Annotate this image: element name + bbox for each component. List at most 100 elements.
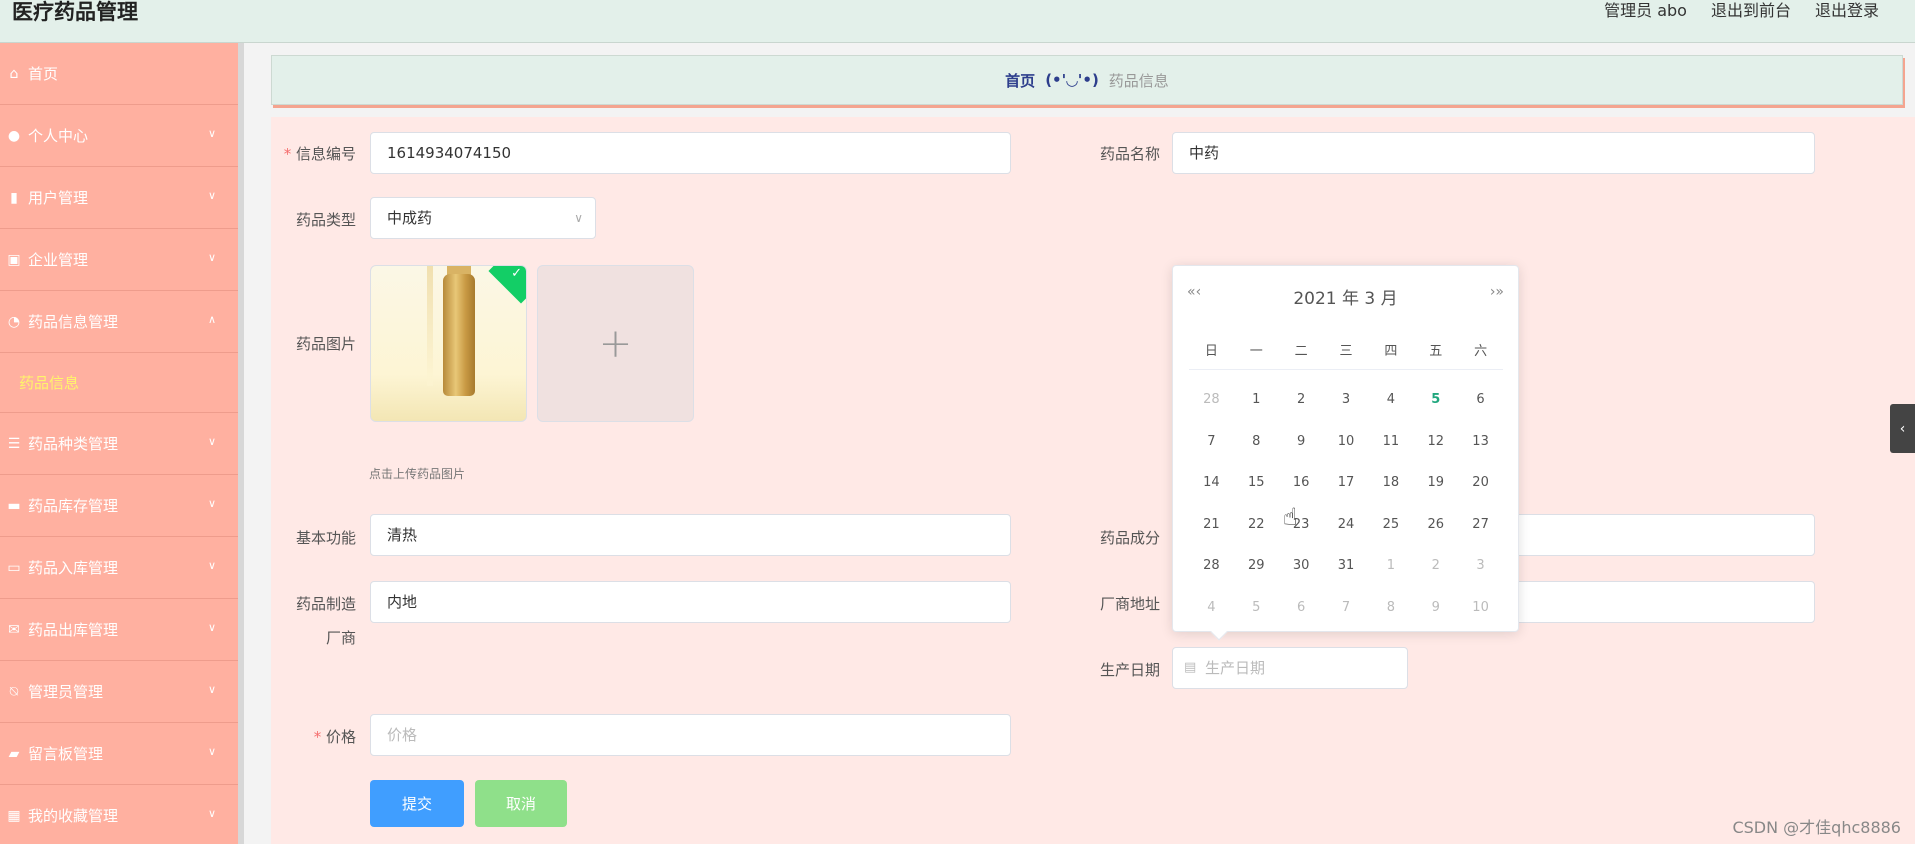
calendar-day[interactable]: 17 <box>1324 462 1369 504</box>
calendar-day[interactable]: 2 <box>1279 379 1324 421</box>
sidebar-item-user-management[interactable]: ▮ 用户管理 ∨ <box>0 167 238 229</box>
info-no-input[interactable]: 1614934074150 <box>370 132 1011 174</box>
calendar-day[interactable]: 9 <box>1279 421 1324 463</box>
message-icon: ▭ <box>7 559 21 576</box>
calendar-day[interactable]: 31 <box>1324 545 1369 587</box>
collapse-panel-button[interactable]: ‹ <box>1890 404 1915 453</box>
calendar-day[interactable]: 6 <box>1458 379 1503 421</box>
weekday-label: 日 <box>1204 344 1218 359</box>
sidebar-item-drug-category[interactable]: ☰ 药品种类管理 ∨ <box>0 413 238 475</box>
sidebar-item-admin-management[interactable]: ⍉ 管理员管理 ∨ <box>0 661 238 723</box>
calendar-day[interactable]: 15 <box>1234 462 1279 504</box>
logout-link[interactable]: 退出登录 <box>1815 0 1879 22</box>
calendar-day[interactable]: 1 <box>1368 545 1413 587</box>
calendar-day-grid: 28 1 2 3 4 5 6 7 8 9 10 11 12 13 14 15 16 17 18 19 20 21 22 23 2… <box>1189 379 1503 628</box>
calendar-day[interactable]: 9 <box>1413 587 1458 629</box>
sidebar-item-drug-inbound[interactable]: ▭ 药品入库管理 ∨ <box>0 537 238 599</box>
sidebar-item-label: 药品库存管理 <box>28 497 119 515</box>
calendar-day[interactable]: 24 <box>1324 504 1369 546</box>
sidebar-item-drug-outbound[interactable]: ✉ 药品出库管理 ∨ <box>0 599 238 661</box>
calendar-day[interactable]: 8 <box>1234 421 1279 463</box>
price-input[interactable]: 价格 <box>370 714 1011 756</box>
calendar-day[interactable]: 21 <box>1189 504 1234 546</box>
admin-label: 管理员 abo <box>1604 1 1687 20</box>
top-header: 医疗药品管理 管理员 abo 退出到前台 退出登录 <box>0 0 1915 43</box>
calendar-day[interactable]: 7 <box>1324 587 1369 629</box>
calendar-day[interactable]: 5 <box>1413 379 1458 421</box>
hand-cursor-icon: ☝ <box>1283 503 1298 531</box>
sidebar-item-message-board[interactable]: ▰ 留言板管理 ∨ <box>0 723 238 785</box>
production-date-placeholder: 生产日期 <box>1205 659 1266 677</box>
calendar-day[interactable]: 5 <box>1234 587 1279 629</box>
calendar-day[interactable]: 28 <box>1189 545 1234 587</box>
sidebar-item-personal-center[interactable]: ● 个人中心 ∨ <box>0 105 238 167</box>
sidebar-item-drug-stock[interactable]: ▬ 药品库存管理 ∨ <box>0 475 238 537</box>
breadcrumb: 首页 (•'◡'•) 药品信息 <box>271 55 1903 105</box>
cancel-button[interactable]: 取消 <box>475 780 567 827</box>
price-label: * 价格 <box>313 728 356 746</box>
drug-type-select[interactable]: 中成药 ∨ <box>370 197 596 239</box>
gauge-icon: ◔ <box>7 313 21 330</box>
upload-image-button[interactable]: + <box>537 265 694 422</box>
weekday-header: 日一二三四五六 <box>1189 340 1503 370</box>
sidebar-item-label: 药品信息管理 <box>28 313 119 331</box>
calendar-day[interactable]: 3 <box>1458 545 1503 587</box>
calendar-day[interactable]: 7 <box>1189 421 1234 463</box>
calendar-day[interactable]: 11 <box>1368 421 1413 463</box>
chevron-down-icon: ∨ <box>207 435 216 448</box>
drug-image-thumbnail[interactable]: ✓ <box>370 265 527 422</box>
exit-to-front-link[interactable]: 退出到前台 <box>1711 0 1791 22</box>
next-month-year-button[interactable]: ›» <box>1490 284 1504 300</box>
function-input[interactable]: 清热 <box>370 514 1011 556</box>
calendar-day[interactable]: 4 <box>1368 379 1413 421</box>
production-date-input[interactable]: ▤ 生产日期 <box>1172 647 1408 689</box>
mail-icon: ✉ <box>8 621 20 638</box>
weekday-label: 四 <box>1384 344 1398 359</box>
calendar-day[interactable]: 29 <box>1234 545 1279 587</box>
calendar-day[interactable]: 16 <box>1279 462 1324 504</box>
calendar-day[interactable]: 6 <box>1279 587 1324 629</box>
drug-type-label: 药品类型 <box>295 211 356 229</box>
calendar-day[interactable]: 8 <box>1368 587 1413 629</box>
calendar-day[interactable]: 3 <box>1324 379 1369 421</box>
breadcrumb-home-link[interactable]: 首页 <box>1005 70 1035 91</box>
calendar-day[interactable]: 25 <box>1368 504 1413 546</box>
calendar-day[interactable]: 28 <box>1189 379 1234 421</box>
calendar-day[interactable]: 22 <box>1234 504 1279 546</box>
sidebar-item-favorites[interactable]: ▦ 我的收藏管理 ∨ <box>0 785 238 844</box>
calendar-day[interactable]: 14 <box>1189 462 1234 504</box>
clipboard-icon: ▣ <box>7 251 21 268</box>
sidebar-subitem-drug-info[interactable]: 药品信息 <box>0 353 238 413</box>
calendar-day[interactable]: 26 <box>1413 504 1458 546</box>
sidebar-item-home[interactable]: ⌂ 首页 <box>0 43 238 105</box>
sidebar-item-label: 药品出库管理 <box>28 621 119 639</box>
calendar-day[interactable]: 13 <box>1458 421 1503 463</box>
production-date-label: 生产日期 <box>1099 661 1160 679</box>
calendar-day[interactable]: 10 <box>1324 421 1369 463</box>
product-bottle-image <box>443 274 475 396</box>
calendar-day[interactable]: 2 <box>1413 545 1458 587</box>
manufacturer-input[interactable]: 内地 <box>370 581 1011 623</box>
sidebar-item-label: 企业管理 <box>28 251 89 269</box>
drug-name-input[interactable]: 中药 <box>1172 132 1815 174</box>
calendar-day[interactable]: 18 <box>1368 462 1413 504</box>
calendar-day[interactable]: 19 <box>1413 462 1458 504</box>
calendar-day[interactable]: 12 <box>1413 421 1458 463</box>
bell-off-icon: ⍉ <box>9 683 19 700</box>
sidebar-item-enterprise[interactable]: ▣ 企业管理 ∨ <box>0 229 238 291</box>
submit-button[interactable]: 提交 <box>370 780 464 827</box>
function-label: 基本功能 <box>295 529 356 547</box>
calendar-day[interactable]: 10 <box>1458 587 1503 629</box>
sidebar-item-label: 药品入库管理 <box>28 559 119 577</box>
chevron-down-icon: ∨ <box>207 497 216 510</box>
calendar-day[interactable]: 1 <box>1234 379 1279 421</box>
sidebar-item-drug-info-management[interactable]: ◔ 药品信息管理 ∧ <box>0 291 238 353</box>
chevron-down-icon: ∨ <box>207 807 216 820</box>
chevron-left-icon: ‹ <box>1899 420 1906 437</box>
calendar-day[interactable]: 30 <box>1279 545 1324 587</box>
chevron-down-icon: ∨ <box>207 559 216 572</box>
calendar-day[interactable]: 27 <box>1458 504 1503 546</box>
bar-chart-icon: ▮ <box>10 189 18 206</box>
calendar-day[interactable]: 4 <box>1189 587 1234 629</box>
calendar-day[interactable]: 20 <box>1458 462 1503 504</box>
